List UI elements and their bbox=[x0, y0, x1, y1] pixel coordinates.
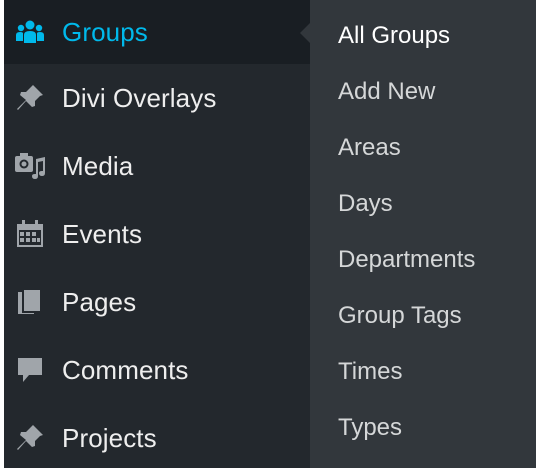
comment-icon bbox=[12, 352, 48, 388]
pin-icon bbox=[12, 80, 48, 116]
menu-item-pages[interactable]: Pages bbox=[4, 268, 310, 336]
groups-icon bbox=[12, 14, 48, 50]
groups-submenu: All Groups Add New Areas Days Department… bbox=[310, 0, 536, 468]
pages-icon bbox=[12, 284, 48, 320]
submenu-item-days[interactable]: Days bbox=[338, 190, 393, 218]
calendar-icon bbox=[12, 216, 48, 252]
submenu-item-departments[interactable]: Departments bbox=[338, 246, 475, 274]
menu-item-comments[interactable]: Comments bbox=[4, 336, 310, 404]
submenu-item-add-new[interactable]: Add New bbox=[338, 78, 435, 106]
menu-item-label: Media bbox=[62, 150, 134, 181]
menu-item-divi-overlays[interactable]: Divi Overlays bbox=[4, 64, 310, 132]
wp-admin-frame: Groups Divi Overlays Media Events Pages … bbox=[0, 0, 536, 473]
submenu-item-times[interactable]: Times bbox=[338, 358, 402, 386]
menu-item-label: Groups bbox=[62, 16, 148, 47]
menu-item-projects[interactable]: Projects bbox=[4, 404, 310, 472]
menu-item-label: Divi Overlays bbox=[62, 82, 217, 113]
media-icon bbox=[12, 148, 48, 184]
submenu-item-all-groups[interactable]: All Groups bbox=[338, 22, 450, 50]
menu-item-label: Projects bbox=[62, 422, 157, 453]
menu-item-label: Comments bbox=[62, 354, 189, 385]
admin-sidebar-menu: Groups Divi Overlays Media Events Pages … bbox=[4, 0, 311, 468]
submenu-item-types[interactable]: Types bbox=[338, 414, 402, 442]
menu-item-events[interactable]: Events bbox=[4, 200, 310, 268]
submenu-item-areas[interactable]: Areas bbox=[338, 134, 401, 162]
pin-icon bbox=[12, 420, 48, 456]
menu-item-media[interactable]: Media bbox=[4, 132, 310, 200]
menu-item-label: Events bbox=[62, 218, 143, 249]
submenu-item-group-tags[interactable]: Group Tags bbox=[338, 302, 462, 330]
menu-item-groups[interactable]: Groups bbox=[4, 0, 310, 64]
menu-item-label: Pages bbox=[62, 286, 137, 317]
